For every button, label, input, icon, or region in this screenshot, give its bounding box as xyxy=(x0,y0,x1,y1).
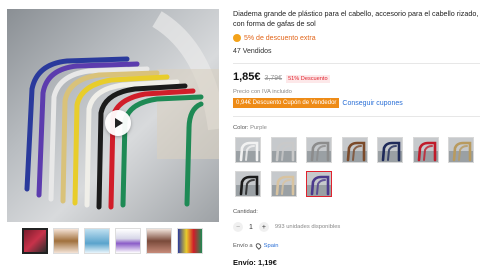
quantity-label: Cantidad: xyxy=(233,209,258,215)
quantity-value[interactable]: 1 xyxy=(249,224,253,231)
discount-icon xyxy=(233,34,241,42)
thumbnail-4[interactable] xyxy=(115,228,141,254)
ship-country-link[interactable]: Spain xyxy=(264,243,279,249)
color-swatch-khaki[interactable] xyxy=(448,137,474,163)
product-info: Diadema grande de plástico para el cabel… xyxy=(233,9,480,64)
vat-note: Precio con IVA incluido xyxy=(233,89,292,95)
color-swatch-gray[interactable] xyxy=(306,137,332,163)
sold-count: 47 Vendidos xyxy=(233,48,272,55)
get-coupons-link[interactable]: Conseguir cupones xyxy=(342,100,402,107)
color-swatch-brown[interactable] xyxy=(341,137,368,163)
shipping-price: Envío: 1,19€ xyxy=(233,258,277,267)
color-swatch-beige[interactable] xyxy=(270,171,297,197)
color-swatch-purple[interactable] xyxy=(306,171,332,197)
shipping-destination: Envío a Spain xyxy=(233,242,279,250)
price-row: 1,85€ 3,79€ 51% Descuento xyxy=(233,71,330,83)
thumbnail-1[interactable] xyxy=(22,228,48,254)
color-label: Color: Purple xyxy=(233,125,267,131)
color-swatch-navy[interactable] xyxy=(377,137,403,163)
decrease-quantity-button[interactable]: − xyxy=(233,222,243,232)
thumbnail-2[interactable] xyxy=(53,228,79,254)
thumbnail-6[interactable] xyxy=(177,228,203,254)
selected-color-value: Purple xyxy=(250,125,267,131)
main-product-image[interactable] xyxy=(7,9,219,222)
color-swatch-white[interactable] xyxy=(235,137,261,163)
extra-discount: 5% de descuento extra xyxy=(233,34,480,42)
play-video-button[interactable] xyxy=(105,110,131,136)
discount-badge: 51% Descuento xyxy=(286,75,330,83)
location-pin-icon xyxy=(254,242,263,250)
increase-quantity-button[interactable]: + xyxy=(258,222,269,232)
divider xyxy=(233,63,480,64)
thumbnail-strip xyxy=(22,228,203,254)
color-label-text: Color: xyxy=(233,125,249,131)
divider xyxy=(233,116,480,117)
stock-available: 993 unidades disponibles xyxy=(274,224,341,230)
ship-to-label: Envío a xyxy=(233,243,253,249)
color-swatch-red[interactable] xyxy=(412,137,439,163)
coupon-row: 0,94€ Descuento Cupón de Vendedor Conseg… xyxy=(233,98,403,108)
thumbnail-5[interactable] xyxy=(146,228,172,254)
color-swatch-silver[interactable] xyxy=(270,137,297,163)
thumbnail-3[interactable] xyxy=(84,228,110,254)
extra-discount-text: 5% de descuento extra xyxy=(244,34,316,42)
product-title: Diadema grande de plástico para el cabel… xyxy=(233,9,479,28)
quantity-stepper: − 1 + 993 unidades disponibles xyxy=(233,222,340,232)
seller-coupon-tag: 0,94€ Descuento Cupón de Vendedor xyxy=(233,98,340,108)
color-swatch-black[interactable] xyxy=(235,171,261,197)
original-price: 3,79€ xyxy=(264,75,283,82)
current-price: 1,85€ xyxy=(233,71,261,83)
play-icon xyxy=(115,118,123,128)
